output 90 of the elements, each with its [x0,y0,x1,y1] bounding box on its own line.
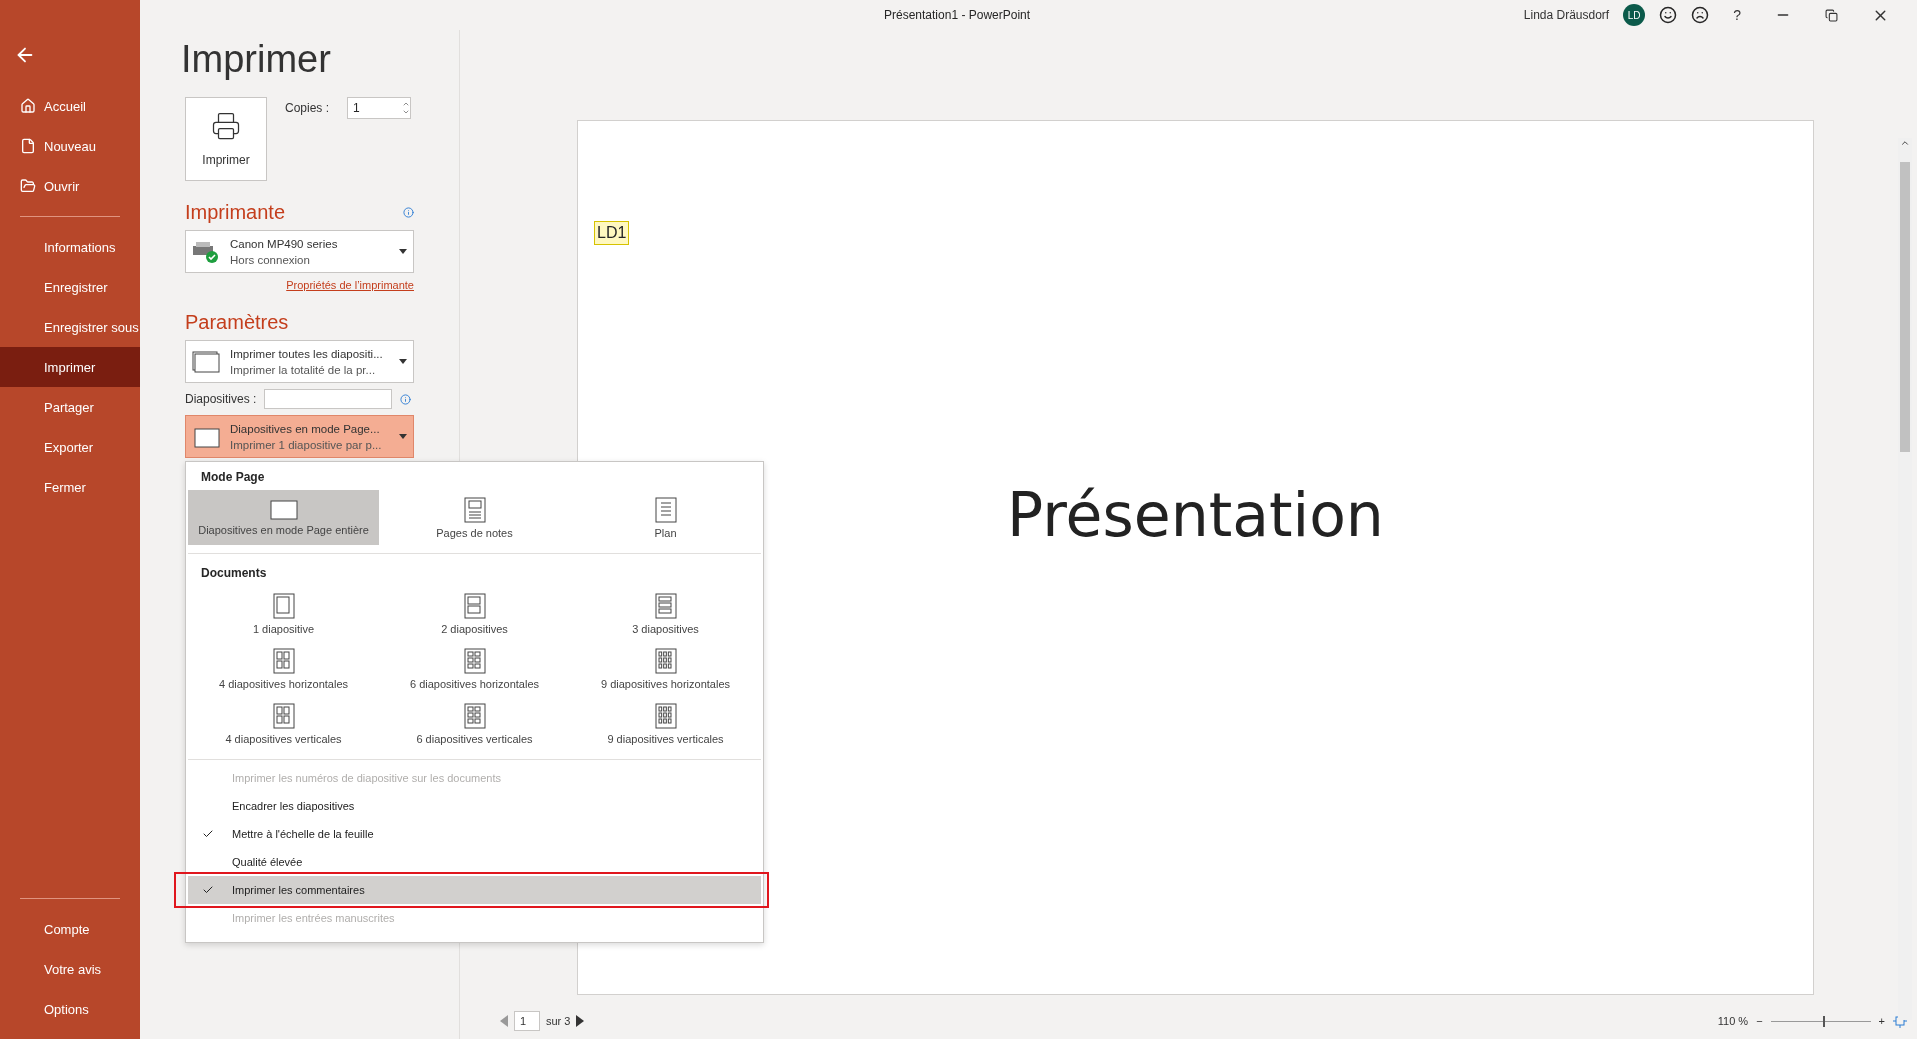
caret-icon [399,359,407,364]
layout-option[interactable]: 4 diapositives horizontales [188,641,379,696]
sidebar-item[interactable]: Exporter [0,427,140,467]
page-layout-icon [463,592,486,619]
sidebar-item[interactable]: Accueil [0,86,140,126]
user-avatar[interactable]: LD [1623,4,1646,26]
info-icon[interactable] [400,393,412,405]
info-icon[interactable] [403,207,414,218]
layout-option[interactable]: Plan [570,490,761,545]
scroll-up-icon[interactable] [1900,138,1910,148]
next-page-icon[interactable] [576,1015,585,1027]
slides-field[interactable] [264,389,393,409]
layout-option[interactable]: 3 diapositives [570,586,761,641]
sidebar-item[interactable]: Fermer [0,467,140,507]
slides-icon [192,350,220,373]
outline-page-icon [654,496,677,523]
slide-icon [269,499,298,520]
menu-heading: Documents [200,565,268,582]
copies-label: Copies : [285,101,330,115]
printer-icon [211,111,241,141]
menu-option[interactable]: Encadrer les diapositives [188,792,761,820]
sidebar-item[interactable]: Nouveau [0,126,140,166]
menu-option[interactable]: Mettre à l'échelle de la feuille [188,820,761,848]
spin-up-icon[interactable] [402,100,411,108]
section-heading: Paramètres [185,311,289,334]
layout-option[interactable]: 9 diapositives horizontales [570,641,761,696]
sidebar-item[interactable]: Enregistrer sous [0,307,140,347]
check-icon [202,884,214,896]
page-layout-icon [654,592,677,619]
spin-down-icon[interactable] [402,108,411,116]
slide-title: Présentation [1007,480,1384,550]
page-number-field[interactable]: 1 [514,1011,540,1031]
folder-icon [20,178,36,194]
menu-option[interactable]: Qualité élevée [188,848,761,876]
notes-page-icon [463,496,486,523]
page-layout-icon [272,702,295,729]
layout-option[interactable]: 1 diapositive [188,586,379,641]
layout-option[interactable]: Pages de notes [379,490,570,545]
zoom-in-button[interactable]: + [1878,1015,1885,1027]
page-count: sur 3 [546,1015,571,1027]
printer-dropdown[interactable]: Canon MP490 series Hors connexion [185,230,414,273]
fit-to-window-icon[interactable] [1893,1014,1907,1028]
page-layout-icon [463,647,486,674]
caret-icon [399,249,407,254]
sidebar-item[interactable]: Ouvrir [0,166,140,206]
page-layout-icon [272,592,295,619]
layout-option[interactable]: Diapositives en mode Page entière [188,490,379,545]
layout-option[interactable]: 9 diapositives verticales [570,696,761,751]
user-name: Linda Dräusdorf [1523,8,1610,22]
zoom-level[interactable]: 110 % [1717,1015,1749,1027]
settings-dropdown[interactable]: Imprimer toutes les diapositi... Imprimer la totalité de la pr... [185,340,414,383]
scroll-thumb[interactable] [1900,162,1910,452]
section-heading: Imprimante [185,201,286,224]
page-layout-icon [463,702,486,729]
previous-page-icon[interactable] [500,1015,508,1027]
sidebar-item[interactable]: Partager [0,387,140,427]
caret-icon [399,434,407,439]
sidebar-item[interactable]: Imprimer [0,347,140,387]
sidebar-item[interactable]: Informations [0,227,140,267]
printer-icon [192,239,220,264]
comment-marker[interactable]: LD1 [594,221,630,245]
frown-icon[interactable] [1691,6,1710,24]
home-icon [20,98,36,114]
settings-dropdown[interactable]: Diapositives en mode Page... Imprimer 1 diapositive par p... [185,415,414,458]
slides-icon [192,425,220,448]
smile-icon[interactable] [1659,6,1678,24]
menu-heading: Mode Page [200,469,266,486]
help-button[interactable]: ? [1723,7,1751,23]
sidebar-item[interactable]: Compte [0,909,140,949]
page-layout-icon [654,647,677,674]
zoom-thumb[interactable] [1822,1015,1825,1027]
layout-option[interactable]: 4 diapositives verticales [188,696,379,751]
slides-label: Diapositives : [185,392,257,406]
sidebar-item[interactable]: Votre avis [0,949,140,989]
printer-properties-link[interactable]: Propriétés de l’imprimante [185,279,414,291]
check-icon [202,828,214,840]
layout-option[interactable]: 2 diapositives [379,586,570,641]
copies-field[interactable]: 1 [347,97,412,119]
window-title: Présentation1 - PowerPoint [884,8,1031,22]
layout-option[interactable]: 6 diapositives verticales [379,696,570,751]
sidebar-item[interactable]: Enregistrer [0,267,140,307]
print-button[interactable]: Imprimer [185,97,267,181]
restore-icon[interactable] [1825,8,1838,22]
page-layout-icon [272,647,295,674]
page-title: Imprimer [181,38,332,81]
sidebar-item[interactable]: Options [0,989,140,1029]
zoom-out-button[interactable]: − [1756,1015,1763,1027]
layout-option[interactable]: 6 diapositives horizontales [379,641,570,696]
file-icon [20,138,36,154]
page-layout-icon [654,702,677,729]
